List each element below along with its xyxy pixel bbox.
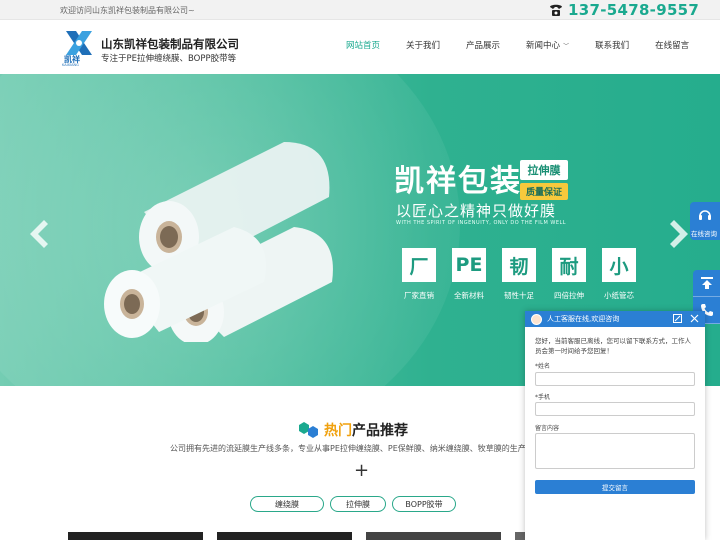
feature-char: 韧 (502, 248, 536, 282)
close-icon[interactable] (690, 314, 699, 323)
feature-char: 耐 (552, 248, 586, 282)
banner-tag: 拉伸膜 质量保证 (520, 160, 568, 200)
site-header: 凯祥 KAIXIANG 山东凯祥包装制品有限公司 专注于PE拉伸缠绕膜、BOPP… (0, 20, 720, 74)
product-thumbnail[interactable] (68, 532, 203, 540)
feature-item: PE 全新材料 (444, 248, 494, 301)
banner-en-line: WITH THE SPIRIT OF INGENUITY, ONLY DO TH… (396, 220, 567, 226)
online-consult-label: 在线咨询 (691, 230, 717, 238)
feature-caption: 厂家直销 (404, 291, 434, 300)
banner-features: 厂厂家直销 PE 全新材料 韧韧性十足 耐四倍拉伸 小小纸管芯 (394, 248, 644, 301)
company-slogan: 专注于PE拉伸缠绕膜、BOPP胶带等 (101, 54, 237, 64)
section-title: 热门 产品推荐 (298, 420, 408, 440)
phone-input[interactable] (535, 402, 695, 416)
chat-widget: 人工客服在线,欢迎咨询 您好，当前客服已离线，您可以留下联系方式，工作人员会第一… (525, 311, 705, 540)
name-label: *姓名 (535, 363, 551, 370)
banner-headline: 凯祥包装 (394, 164, 522, 199)
tab-stretch-film[interactable]: 拉伸膜 (330, 496, 386, 512)
name-input[interactable] (535, 372, 695, 386)
minimize-icon[interactable] (673, 314, 682, 323)
nav-news[interactable]: 新闻中心 ﹀ (516, 39, 579, 51)
section-title-rest: 产品推荐 (352, 423, 408, 439)
section-title-highlight: 热门 (324, 423, 352, 439)
phone-label: *手机 (535, 394, 551, 401)
main-nav: 网站首页 关于我们 产品展示 新闻中心 ﹀ 联系我们 在线留言 (336, 39, 705, 51)
feature-item: 韧韧性十足 (494, 248, 544, 301)
banner-tag-bottom: 质量保证 (520, 183, 568, 200)
nav-contact[interactable]: 联系我们 (585, 39, 639, 51)
feature-char: 厂 (402, 248, 436, 282)
product-tabs: 缠绕膜 拉伸膜 BOPP胶带 (250, 496, 462, 512)
feature-char: 小 (602, 248, 636, 282)
banner-tag-top: 拉伸膜 (520, 160, 568, 180)
nav-products[interactable]: 产品展示 (456, 39, 510, 51)
chat-title: 人工客服在线,欢迎咨询 (547, 315, 620, 323)
hexagon-icon (299, 422, 318, 438)
feature-caption: 韧性十足 (504, 291, 534, 300)
banner-subline: 以匠心之精神只做好膜 (396, 202, 557, 220)
plus-icon: + (354, 460, 370, 481)
top-bar: 欢迎访问山东凯祥包装制品有限公司~ 137-5478-9557 (0, 0, 720, 20)
product-thumbnail[interactable] (515, 532, 525, 540)
headset-icon (699, 210, 711, 220)
tab-bopp-tape[interactable]: BOPP胶带 (392, 496, 456, 512)
phone-number-text: 137-5478-9557 (568, 1, 700, 19)
section-description: 公司拥有先进的流延膜生产线多条，专业从事PE拉伸缠绕膜、PE保鲜膜、纳米缠绕膜、… (170, 444, 526, 453)
tab-wrap-film[interactable]: 缠绕膜 (250, 496, 324, 512)
feature-caption: 全新材料 (454, 291, 484, 300)
company-name: 山东凯祥包装制品有限公司 (101, 37, 239, 51)
submit-message-button[interactable]: 提交留言 (535, 480, 695, 494)
arrow-up-icon (700, 277, 713, 289)
phone-icon (550, 4, 562, 16)
nav-about[interactable]: 关于我们 (396, 39, 450, 51)
back-to-top-button[interactable] (693, 270, 720, 297)
nav-message[interactable]: 在线留言 (645, 39, 699, 51)
message-textarea[interactable] (535, 433, 695, 469)
feature-caption: 四倍拉伸 (554, 291, 584, 300)
chevron-down-icon: ﹀ (563, 43, 570, 50)
chat-header: 人工客服在线,欢迎咨询 (525, 311, 705, 327)
feature-item: 小小纸管芯 (594, 248, 644, 301)
product-thumbnail[interactable] (366, 532, 501, 540)
film-rolls-image (104, 142, 333, 342)
agent-avatar (531, 313, 542, 325)
nav-news-label: 新闻中心 (526, 41, 561, 51)
nav-home[interactable]: 网站首页 (336, 39, 390, 51)
company-logo[interactable]: 凯祥 KAIXIANG (62, 27, 96, 67)
feature-item: 厂厂家直销 (394, 248, 444, 301)
feature-caption: 小纸管芯 (604, 291, 634, 300)
chat-offline-message: 您好，当前客服已离线，您可以留下联系方式，工作人员会第一时间给予您回复！ (535, 337, 691, 355)
logo-en: KAIXIANG (62, 63, 79, 67)
message-label: 留言内容 (535, 425, 560, 432)
product-thumbnail[interactable] (217, 532, 352, 540)
prev-slide-arrow-icon[interactable] (24, 218, 52, 250)
feature-char: PE (452, 248, 486, 282)
welcome-text: 欢迎访问山东凯祥包装制品有限公司~ (60, 6, 195, 15)
feature-item: 耐四倍拉伸 (544, 248, 594, 301)
phone-number: 137-5478-9557 (548, 1, 699, 19)
online-consult-button[interactable]: 在线咨询 (690, 202, 720, 240)
